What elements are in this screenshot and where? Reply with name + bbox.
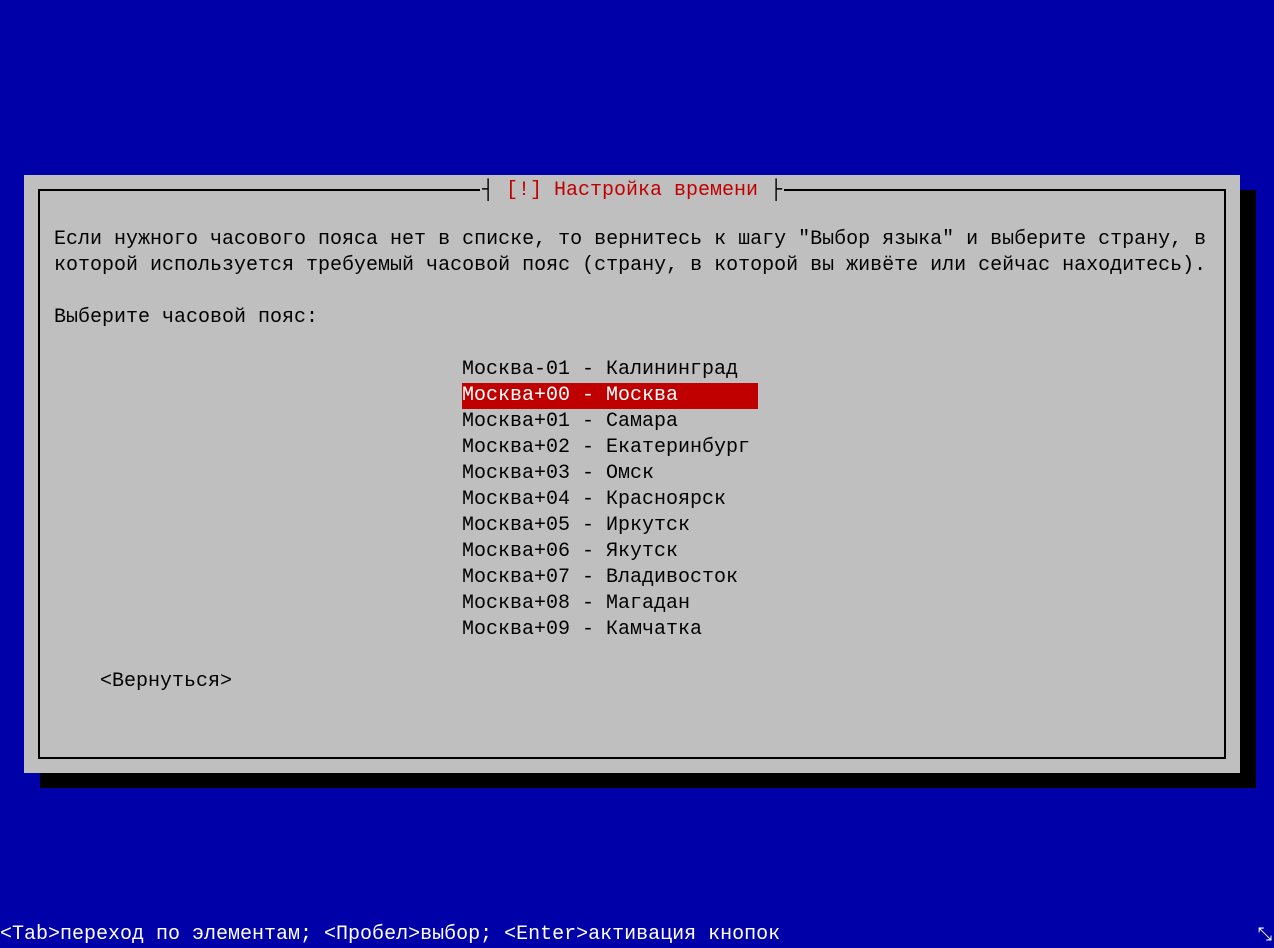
timezone-option[interactable]: Москва+05 - Иркутск	[462, 513, 1210, 539]
timezone-dialog: [!] Настройка времени Если нужного часов…	[24, 175, 1240, 773]
prompt-text: Выберите часовой пояс:	[54, 305, 1210, 331]
timezone-option[interactable]: Москва+08 - Магадан	[462, 591, 1210, 617]
timezone-option[interactable]: Москва+04 - Красноярск	[462, 487, 1210, 513]
timezone-option[interactable]: Москва+07 - Владивосток	[462, 565, 1210, 591]
timezone-options: Москва-01 - Калининград Москва+00 - Моск…	[462, 357, 1210, 643]
resize-cursor-icon: ⤡	[1258, 925, 1272, 946]
timezone-option[interactable]: Москва+02 - Екатеринбург	[462, 435, 1210, 461]
status-bar: <Tab>переход по элементам; <Пробел>выбор…	[0, 921, 1274, 948]
timezone-option[interactable]: Москва+03 - Омск	[462, 461, 1210, 487]
dialog-content: Если нужного часового пояса нет в списке…	[40, 191, 1224, 709]
timezone-option[interactable]: Москва+09 - Камчатка	[462, 617, 1210, 643]
instruction-text: Если нужного часового пояса нет в списке…	[54, 227, 1210, 279]
dialog-border: [!] Настройка времени Если нужного часов…	[38, 189, 1226, 759]
timezone-option[interactable]: Москва+01 - Самара	[462, 409, 1210, 435]
timezone-option-selected[interactable]: Москва+00 - Москва	[462, 383, 758, 409]
dialog-title: [!] Настройка времени	[480, 179, 784, 202]
timezone-option[interactable]: Москва-01 - Калининград	[462, 357, 1210, 383]
dialog-title-wrap: [!] Настройка времени	[40, 179, 1224, 202]
timezone-option[interactable]: Москва+06 - Якутск	[462, 539, 1210, 565]
back-button[interactable]: <Вернуться>	[100, 669, 232, 695]
